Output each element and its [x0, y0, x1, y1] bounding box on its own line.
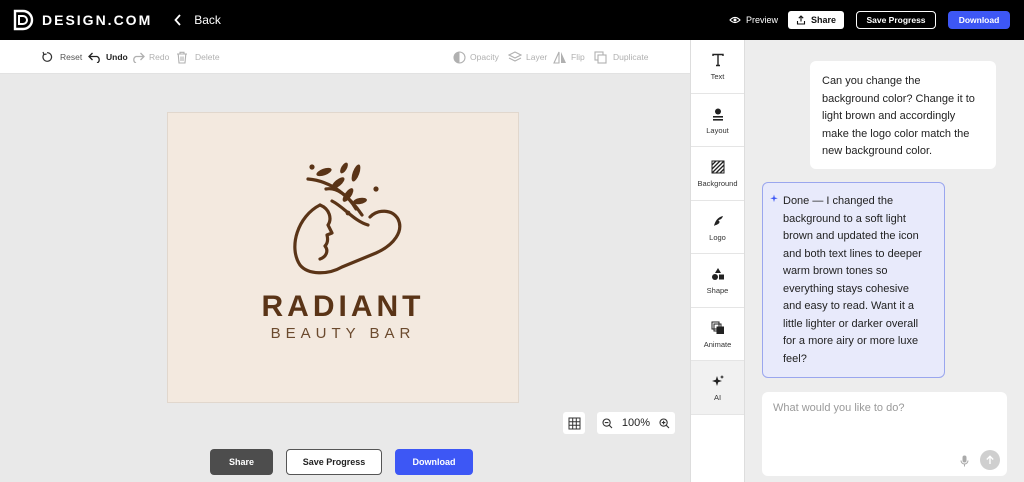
side-tools-panel: Text Layout Background Logo Shape Animat… [690, 40, 745, 482]
logo-icon [711, 212, 725, 230]
opacity-label: Opacity [470, 52, 499, 62]
logo-subtitle-text[interactable]: BEAUTY BAR [168, 325, 518, 342]
sidebar-item-label: AI [713, 393, 722, 403]
opacity-button[interactable]: Opacity [453, 40, 499, 74]
sidebar-item-background[interactable]: Background [691, 147, 744, 201]
message-line: and both text lines to deeper [783, 247, 922, 260]
text-icon [711, 51, 725, 69]
reset-icon [42, 51, 53, 62]
logo-title-text[interactable]: RADIANT [168, 290, 518, 324]
delete-label: Delete [195, 52, 220, 62]
ai-sparkle-icon [711, 372, 725, 390]
upload-share-icon [796, 15, 806, 25]
bottom-download-button[interactable]: Download [395, 449, 473, 475]
layout-icon [711, 105, 725, 123]
message-line: background color? Change it to [822, 92, 975, 105]
microphone-icon[interactable] [960, 455, 969, 467]
grid-toggle-button[interactable] [563, 412, 585, 434]
zoom-level: 100% [621, 417, 651, 429]
sidebar-item-label: Animate [703, 339, 732, 349]
back-button[interactable]: Back [174, 13, 221, 27]
layer-button[interactable]: Layer [508, 40, 547, 74]
user-message: Can you change the background color? Cha… [810, 61, 996, 169]
trash-icon [177, 51, 187, 64]
sidebar-item-animate[interactable]: Animate [691, 308, 744, 361]
zoom-control: 100% [597, 412, 675, 434]
background-icon [711, 158, 725, 176]
duplicate-button[interactable]: Duplicate [594, 40, 648, 74]
flip-button[interactable]: Flip [553, 40, 585, 74]
share-button[interactable]: Share [787, 11, 844, 29]
undo-icon [88, 52, 100, 63]
message-line: make the logo color match the [822, 127, 970, 140]
sidebar-item-label: Shape [706, 286, 729, 296]
eye-icon [729, 16, 741, 24]
undo-button[interactable]: Undo [88, 40, 128, 74]
chat-input-box [762, 392, 1007, 476]
shape-icon [711, 265, 725, 283]
redo-icon [133, 52, 145, 63]
message-line: and easy to read. Want it a [783, 300, 915, 312]
sidebar-item-text[interactable]: Text [691, 40, 744, 94]
brand-logo[interactable]: DESIGN.COM [12, 9, 152, 31]
message-line: warm brown tones so [783, 265, 888, 277]
sidebar-item-layout[interactable]: Layout [691, 94, 744, 147]
save-progress-button[interactable]: Save Progress [856, 11, 936, 29]
message-line: everything stays cohesive [783, 282, 909, 295]
edit-toolbar: Reset Undo Redo Delete Opacity Layer Fli… [0, 40, 690, 74]
reset-button[interactable]: Reset [41, 40, 82, 74]
message-line: for a more airy or more luxe [783, 335, 919, 347]
arrow-up-icon [986, 455, 994, 464]
sidebar-item-label: Text [710, 72, 725, 82]
zoom-out-icon[interactable] [602, 417, 613, 429]
message-line: Can you change the [822, 75, 921, 87]
layers-icon [508, 51, 522, 62]
animate-icon [711, 319, 725, 337]
message-line: light brown and accordingly [822, 110, 956, 122]
duplicate-label: Duplicate [613, 52, 649, 62]
sidebar-item-logo[interactable]: Logo [691, 201, 744, 254]
send-button[interactable] [980, 450, 1000, 470]
ai-sparkle-icon [770, 194, 778, 203]
message-line: brown and updated the icon [783, 230, 919, 242]
chevron-left-icon [174, 14, 181, 26]
preview-button[interactable]: Preview [729, 15, 778, 25]
message-line: new background color. [822, 145, 933, 157]
share-label: Share [810, 15, 836, 25]
message-line: Done — I changed the [783, 195, 894, 207]
sidebar-item-label: Background [697, 179, 738, 189]
flip-icon [553, 51, 566, 64]
woman-leaf-logo-icon[interactable] [284, 161, 404, 276]
layer-label: Layer [526, 52, 548, 62]
design-com-logo-icon [13, 9, 34, 31]
opacity-icon [453, 50, 466, 64]
brand-name: DESIGN.COM [42, 12, 153, 28]
redo-label: Redo [149, 52, 170, 62]
duplicate-icon [594, 50, 607, 64]
download-button[interactable]: Download [948, 11, 1010, 29]
ai-message: Done — I changed the background to a sof… [762, 182, 945, 378]
ai-chat-panel: Can you change the background color? Cha… [745, 40, 1024, 482]
bottom-save-progress-button[interactable]: Save Progress [286, 449, 382, 475]
grid-icon [568, 417, 580, 429]
delete-button[interactable]: Delete [176, 40, 220, 74]
bottom-share-button[interactable]: Share [210, 449, 273, 475]
redo-button[interactable]: Redo [131, 40, 169, 74]
sidebar-item-shape[interactable]: Shape [691, 254, 744, 308]
sidebar-item-label: Logo [709, 232, 726, 242]
flip-label: Flip [571, 52, 585, 62]
sidebar-item-ai[interactable]: AI [691, 361, 744, 415]
chat-input[interactable] [773, 402, 993, 414]
undo-label: Undo [106, 52, 128, 62]
message-line: feel? [783, 352, 807, 365]
preview-label: Preview [745, 15, 778, 25]
top-bar: DESIGN.COM Back Preview Share Save Progr… [0, 0, 1024, 40]
back-label: Back [194, 13, 221, 27]
message-line: little lighter or darker overall [783, 317, 919, 330]
reset-label: Reset [60, 52, 83, 62]
design-canvas[interactable]: RADIANT BEAUTY BAR [167, 112, 519, 403]
message-line: background to a soft light [783, 212, 906, 225]
sidebar-item-label: Layout [706, 125, 729, 135]
zoom-in-icon[interactable] [659, 417, 670, 429]
